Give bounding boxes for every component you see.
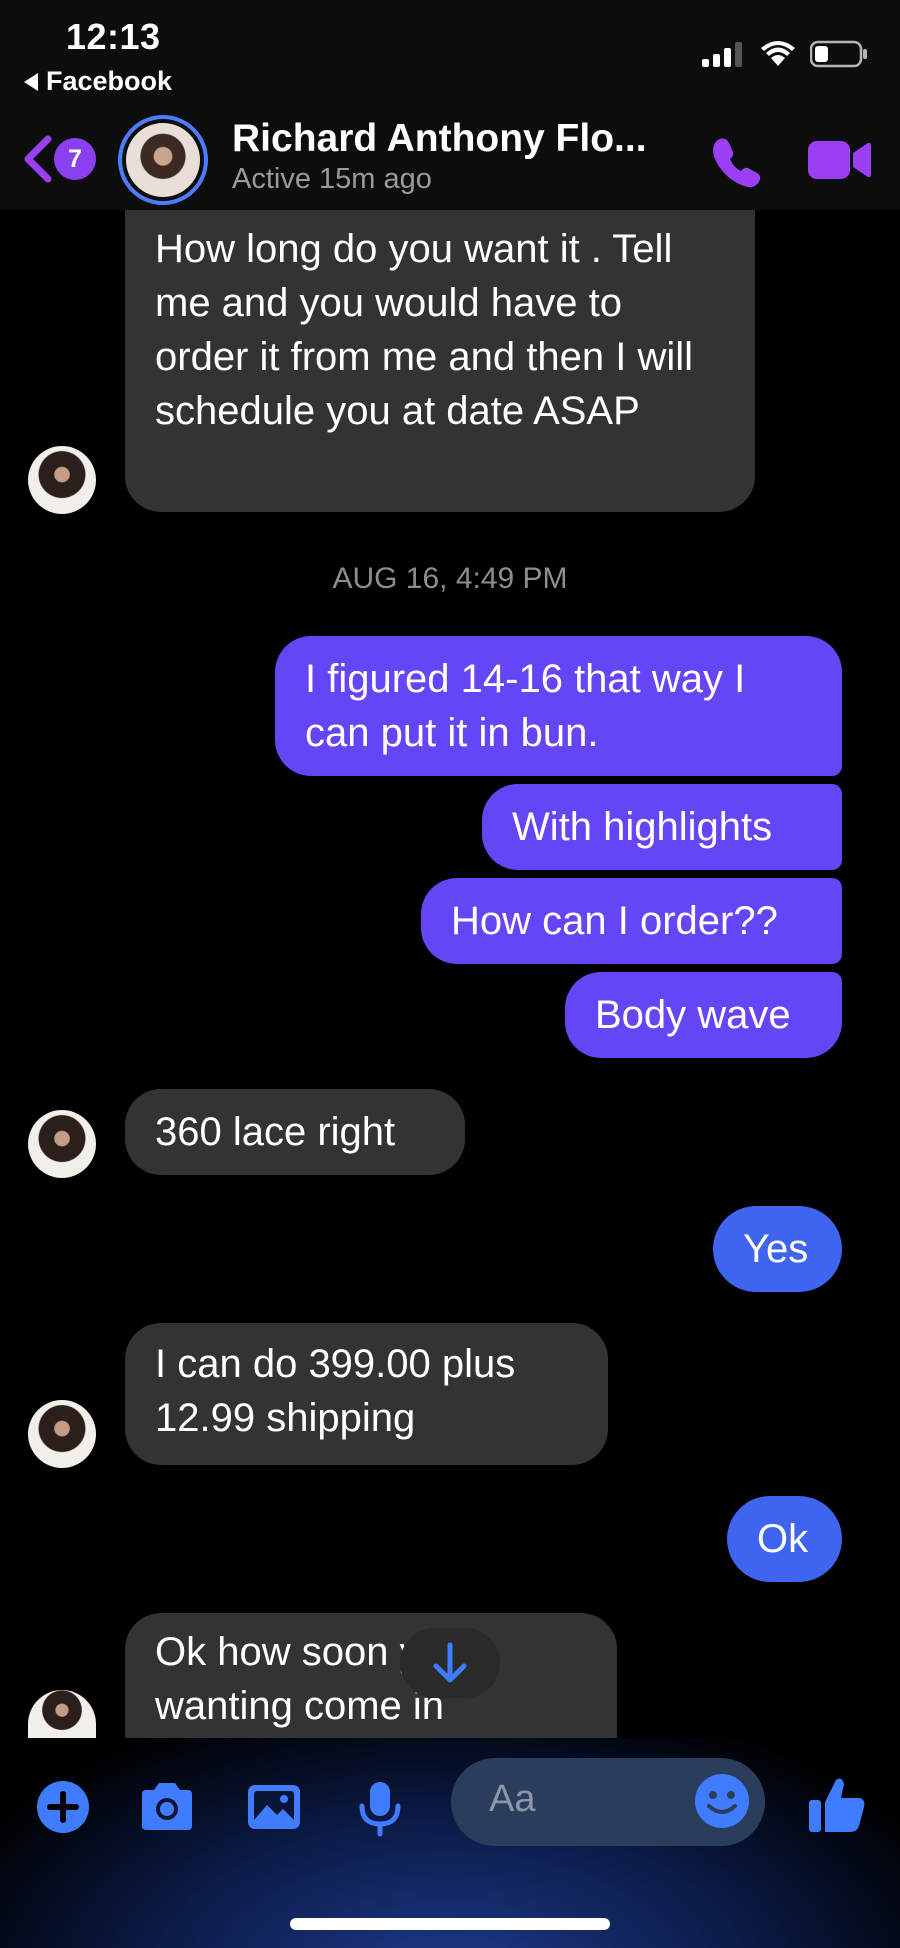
battery-icon bbox=[810, 40, 867, 68]
unread-count-badge: 7 bbox=[54, 138, 96, 180]
message-timestamp: AUG 16, 4:49 PM bbox=[332, 562, 568, 595]
sender-avatar[interactable] bbox=[28, 1400, 96, 1468]
message-input[interactable]: Aa bbox=[451, 1758, 765, 1846]
voice-record-button[interactable] bbox=[355, 1780, 405, 1843]
microphone-icon bbox=[359, 1782, 401, 1837]
wifi-icon bbox=[761, 41, 795, 66]
status-icons bbox=[702, 40, 868, 68]
video-call-button[interactable] bbox=[806, 135, 872, 190]
sender-avatar[interactable] bbox=[28, 1110, 96, 1178]
arrow-down-icon bbox=[433, 1642, 467, 1683]
signal-icon bbox=[702, 42, 742, 67]
sender-avatar[interactable] bbox=[28, 446, 96, 514]
message-bubble-outgoing[interactable]: Yes bbox=[713, 1206, 842, 1292]
status-bar: 12:13 Facebook bbox=[0, 0, 900, 105]
message-bubble-outgoing[interactable]: Ok bbox=[727, 1496, 842, 1582]
contact-name[interactable]: Richard Anthony Flo... bbox=[232, 117, 647, 161]
scroll-to-bottom-button[interactable] bbox=[400, 1628, 500, 1698]
plus-icon bbox=[37, 1781, 89, 1833]
status-time: 12:13 bbox=[66, 16, 161, 57]
emoji-icon bbox=[695, 1774, 749, 1828]
video-camera-icon bbox=[808, 141, 871, 179]
like-button[interactable] bbox=[806, 1774, 868, 1841]
back-button[interactable] bbox=[20, 135, 54, 183]
photo-gallery-button[interactable] bbox=[245, 1780, 303, 1839]
back-triangle-icon bbox=[24, 72, 38, 91]
conversation-header: 7 Richard Anthony Flo... Active 15m ago bbox=[0, 105, 900, 210]
message-bubble-outgoing[interactable]: Body wave bbox=[565, 972, 842, 1058]
sender-avatar[interactable] bbox=[28, 1690, 96, 1738]
contact-active-status: Active 15m ago bbox=[232, 163, 432, 195]
message-composer: Aa bbox=[0, 1738, 900, 1948]
camera-icon bbox=[142, 1783, 192, 1830]
message-bubble-incoming[interactable]: Ok how soon you wanting come in bbox=[125, 1613, 617, 1738]
photo-icon bbox=[248, 1785, 300, 1829]
contact-avatar[interactable] bbox=[118, 115, 208, 205]
voice-call-button[interactable] bbox=[708, 133, 766, 196]
message-bubble-incoming[interactable]: I can do 399.00 plus 12.99 shipping bbox=[125, 1323, 608, 1465]
back-to-app-link[interactable]: Facebook bbox=[24, 66, 172, 97]
thumbs-up-icon bbox=[809, 1778, 865, 1832]
home-indicator bbox=[290, 1918, 610, 1930]
message-bubble-outgoing[interactable]: With highlights bbox=[482, 784, 842, 870]
camera-button[interactable] bbox=[136, 1780, 198, 1839]
message-bubble-incoming[interactable]: How long do you want it . Tell me and yo… bbox=[125, 210, 755, 512]
message-bubble-outgoing[interactable]: How can I order?? bbox=[421, 878, 842, 964]
message-input-placeholder: Aa bbox=[489, 1778, 536, 1820]
back-chevron-icon bbox=[24, 135, 52, 183]
more-actions-button[interactable] bbox=[36, 1780, 90, 1839]
emoji-button[interactable] bbox=[693, 1772, 751, 1835]
message-bubble-outgoing[interactable]: I figured 14-16 that way I can put it in… bbox=[275, 636, 842, 776]
message-bubble-incoming[interactable]: 360 lace right bbox=[125, 1089, 465, 1175]
phone-icon bbox=[713, 138, 761, 188]
back-app-label: Facebook bbox=[46, 66, 173, 96]
